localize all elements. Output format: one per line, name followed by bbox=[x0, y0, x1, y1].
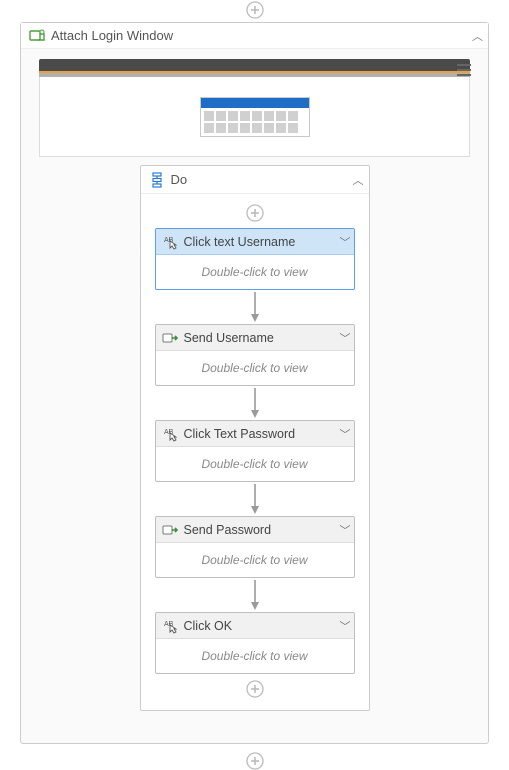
activity-header: AB Click text Username ﹀ bbox=[156, 229, 354, 255]
activity-title: Click OK bbox=[184, 619, 340, 633]
activity-title: Click text Username bbox=[184, 235, 340, 249]
flow-arrow-icon bbox=[141, 290, 369, 324]
activity-header: AB Click Text Password ﹀ bbox=[156, 421, 354, 447]
click-text-icon: AB bbox=[162, 234, 178, 250]
expand-icon[interactable]: ﹀ bbox=[340, 330, 348, 346]
expand-icon[interactable]: ﹀ bbox=[340, 618, 348, 634]
expand-icon[interactable]: ﹀ bbox=[340, 426, 348, 442]
flow-arrow-icon bbox=[141, 386, 369, 420]
flow-arrow-icon bbox=[141, 578, 369, 612]
flow-arrow-icon bbox=[141, 482, 369, 516]
activity-title: Send Password bbox=[184, 523, 340, 537]
add-activity-icon[interactable] bbox=[246, 680, 264, 698]
activity-body-hint[interactable]: Double-click to view bbox=[156, 351, 354, 385]
activity-title: Click Text Password bbox=[184, 427, 340, 441]
do-header: Do ︿ bbox=[141, 166, 369, 194]
send-icon bbox=[162, 522, 178, 538]
activity-header: AB Click OK ﹀ bbox=[156, 613, 354, 639]
click-text-icon: AB bbox=[162, 426, 178, 442]
options-menu-icon[interactable] bbox=[454, 60, 474, 80]
do-sequence[interactable]: Do ︿ AB Click text Username ﹀ Double-cli… bbox=[140, 165, 370, 711]
activity-header: Send Password ﹀ bbox=[156, 517, 354, 543]
collapse-icon[interactable]: ︿ bbox=[353, 172, 361, 188]
expand-icon[interactable]: ﹀ bbox=[340, 522, 348, 538]
activity-click-text-password[interactable]: AB Click Text Password ﹀ Double-click to… bbox=[155, 420, 355, 482]
activity-body-hint[interactable]: Double-click to view bbox=[156, 543, 354, 577]
activity-header: Send Username ﹀ bbox=[156, 325, 354, 351]
preview-login-dialog bbox=[200, 97, 310, 137]
activity-send-password[interactable]: Send Password ﹀ Double-click to view bbox=[155, 516, 355, 578]
do-title: Do bbox=[171, 172, 353, 187]
activity-header: Attach Login Window ︿ bbox=[21, 23, 488, 49]
activity-title: Attach Login Window bbox=[51, 28, 472, 43]
activity-body-hint[interactable]: Double-click to view bbox=[156, 255, 354, 289]
add-activity-icon[interactable] bbox=[246, 204, 264, 222]
activity-click-text-username[interactable]: AB Click text Username ﹀ Double-click to… bbox=[155, 228, 355, 290]
sequence-icon bbox=[149, 172, 165, 188]
add-activity-before-icon[interactable] bbox=[246, 1, 264, 19]
send-icon bbox=[162, 330, 178, 346]
attach-window-icon bbox=[29, 28, 45, 44]
add-activity-after-icon[interactable] bbox=[246, 752, 264, 770]
collapse-icon[interactable]: ︿ bbox=[472, 28, 480, 44]
attach-window-activity[interactable]: Attach Login Window ︿ Do ︿ bbox=[20, 22, 489, 744]
activity-body-hint[interactable]: Double-click to view bbox=[156, 447, 354, 481]
expand-icon[interactable]: ﹀ bbox=[340, 234, 348, 250]
activity-send-username[interactable]: Send Username ﹀ Double-click to view bbox=[155, 324, 355, 386]
activity-click-ok[interactable]: AB Click OK ﹀ Double-click to view bbox=[155, 612, 355, 674]
activity-body-hint[interactable]: Double-click to view bbox=[156, 639, 354, 673]
attached-window-preview bbox=[39, 59, 470, 157]
preview-titlebar bbox=[39, 59, 470, 71]
do-body: AB Click text Username ﹀ Double-click to… bbox=[141, 194, 369, 710]
click-text-icon: AB bbox=[162, 618, 178, 634]
activity-title: Send Username bbox=[184, 331, 340, 345]
